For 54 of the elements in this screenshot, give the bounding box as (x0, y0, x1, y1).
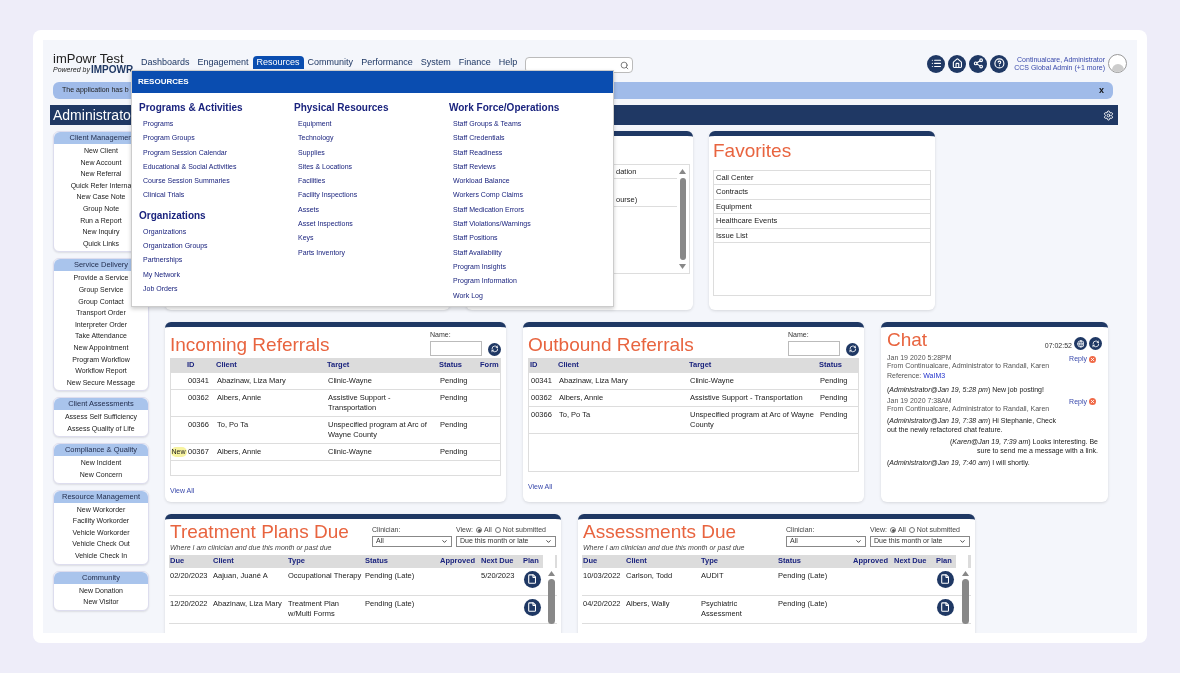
name-field[interactable] (788, 340, 840, 356)
chevron-down-icon[interactable] (855, 537, 862, 545)
name-field[interactable] (430, 340, 482, 356)
menu-heading: Physical Resources (294, 101, 390, 115)
app-title: imPowr Test (53, 52, 124, 65)
refresh-icon[interactable] (846, 342, 859, 356)
chevron-down-icon[interactable] (545, 537, 552, 545)
document-icon[interactable] (937, 598, 954, 616)
close-button[interactable]: x (1099, 83, 1104, 98)
menu-heading: Work Force/Operations (449, 101, 561, 115)
menu-heading: Programs & Activities (139, 101, 244, 115)
scroll-up-icon[interactable] (679, 169, 686, 174)
scrollbar-thumb[interactable] (961, 578, 969, 624)
delete-icon[interactable] (1089, 355, 1096, 363)
settings-icon[interactable] (1103, 109, 1114, 121)
nav-tab[interactable]: System (416, 56, 455, 69)
nav-tab[interactable]: Engagement (193, 56, 253, 69)
panel-title: Incoming Referrals (170, 333, 330, 356)
scroll-up-icon[interactable] (961, 570, 969, 576)
search-icon (620, 60, 630, 70)
scroll-down-icon[interactable] (679, 264, 686, 269)
scrollbar-thumb[interactable] (679, 178, 686, 260)
menu-icon[interactable] (927, 54, 946, 73)
share-icon[interactable] (969, 54, 988, 73)
scroll-up-icon[interactable] (547, 570, 555, 576)
nav-tab[interactable]: Help (494, 56, 522, 69)
menu-heading: Organizations (139, 208, 207, 223)
scrollbar-thumb[interactable] (547, 578, 555, 624)
chevron-down-icon[interactable] (959, 537, 966, 545)
delete-icon[interactable] (1089, 398, 1096, 406)
globe-icon[interactable] (1074, 337, 1087, 351)
nav-tab[interactable]: Resources (252, 56, 304, 69)
nav-tab[interactable]: Community (303, 56, 358, 69)
nav-tab[interactable]: Dashboards (137, 56, 194, 69)
document-icon[interactable] (524, 570, 541, 588)
panel-title: Favorites (713, 140, 792, 161)
panel-title: Assessments Due (583, 521, 738, 543)
nav-tab[interactable]: Performance (357, 56, 417, 69)
chevron-down-icon[interactable] (441, 537, 448, 545)
help-icon[interactable] (990, 54, 1009, 73)
logo-wordmark: IMPOWR (90, 65, 134, 75)
avatar[interactable] (1108, 54, 1127, 73)
document-icon[interactable] (937, 570, 954, 588)
page-title: Administrato (53, 105, 131, 125)
panel-title: Outbound Referrals (528, 333, 694, 356)
search-field[interactable] (525, 57, 634, 73)
refresh-icon[interactable] (488, 342, 501, 356)
refresh-icon[interactable] (1089, 337, 1102, 351)
document-icon[interactable] (524, 598, 541, 616)
panel-title: Treatment Plans Due (170, 521, 349, 543)
nav-tab[interactable]: Finance (454, 56, 495, 69)
menu-title: RESOURCES (138, 76, 189, 88)
panel-title: Chat (887, 329, 928, 351)
home-icon[interactable] (948, 54, 967, 73)
